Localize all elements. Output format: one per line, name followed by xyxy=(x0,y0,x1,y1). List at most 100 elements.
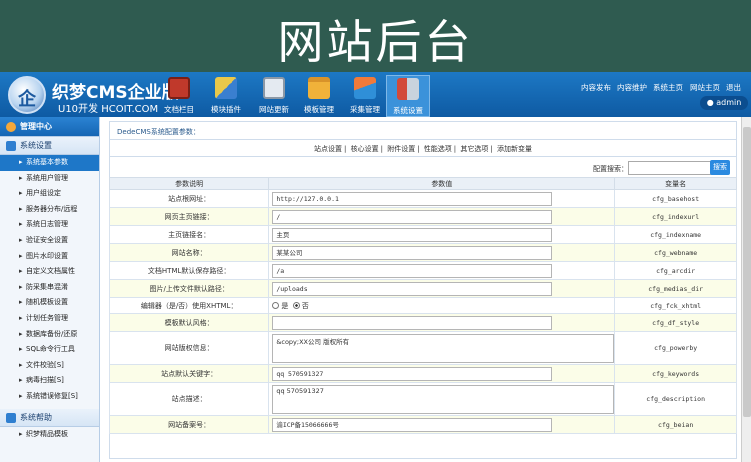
banner-title: 网站后台 xyxy=(277,15,474,69)
sidebar-item-user-groups[interactable]: 用户组设定 xyxy=(0,186,99,202)
param-input[interactable]: 主页 xyxy=(272,227,553,242)
radio-yes[interactable] xyxy=(272,302,280,309)
link-tuichu[interactable]: 退出 xyxy=(726,82,741,93)
sidebar-item-scheduled-tasks[interactable]: 计划任务管理 xyxy=(0,311,99,327)
link-wangzhan-zhuye[interactable]: 网站主页 xyxy=(690,82,720,93)
nav-mokuai-chajian[interactable]: 模块插件 xyxy=(204,75,248,117)
link-xitong-zhuye[interactable]: 系统主页 xyxy=(653,82,683,93)
column-header: 变量名 xyxy=(614,177,737,190)
nav-muban-guanli[interactable]: 模板管理 xyxy=(297,75,341,117)
link-neirong-fabu[interactable]: 内容发布 xyxy=(581,82,611,93)
param-value-cell: qq 570591327 xyxy=(268,382,616,416)
sidebar-item-virus-scan[interactable]: 病毒扫描[S] xyxy=(0,373,99,389)
param-value-cell: qq 570591327 xyxy=(268,364,616,383)
section-label: 系统帮助 xyxy=(20,412,52,422)
table-row: 站点根网址： http://127.0.0.1 cfg_basehost xyxy=(108,189,737,208)
param-input[interactable]: 渝ICP备15066666号 xyxy=(272,417,553,432)
nav-label: 系统设置 xyxy=(393,106,423,115)
table-row: 网站备案号： 渝ICP备15066666号 cfg_beian xyxy=(108,415,737,434)
sidebar-item-file-check[interactable]: 文件校验[S] xyxy=(0,358,99,374)
tab-performance[interactable]: 性能选项 xyxy=(424,145,452,153)
sidebar-item-sql-tool[interactable]: SQL命令行工具 xyxy=(0,342,99,358)
tools-icon xyxy=(397,78,419,100)
param-input[interactable]: / xyxy=(272,209,553,224)
tab-core-settings[interactable]: 核心设置 xyxy=(351,145,379,153)
vertical-scrollbar[interactable] xyxy=(741,117,751,462)
param-label: 图片/上传文件默认路径： xyxy=(108,279,270,298)
nav-caiji-guanli[interactable]: 采集管理 xyxy=(343,75,387,117)
param-label: 站点根网址： xyxy=(108,189,270,208)
param-input[interactable]: /a xyxy=(272,263,553,278)
sidebar-item-logs[interactable]: 系统日志管理 xyxy=(0,217,99,233)
tab-attachment-settings[interactable]: 附件设置 xyxy=(387,145,415,153)
param-textarea[interactable]: &copy;XX公司 版权所有 xyxy=(272,333,615,363)
param-input[interactable]: /uploads xyxy=(272,281,553,296)
param-value-cell: http://127.0.0.1 xyxy=(268,189,616,208)
sidebar-item-security[interactable]: 验证安全设置 xyxy=(0,233,99,249)
help-icon xyxy=(6,412,16,423)
param-var: cfg_arcdir xyxy=(614,261,737,280)
brand-subtitle: U10开发 HCOIT.COM xyxy=(58,104,159,115)
logo-glyph: 企 xyxy=(18,89,36,110)
sidebar-item-watermark[interactable]: 图片水印设置 xyxy=(0,249,99,265)
param-input[interactable] xyxy=(272,315,553,330)
param-label: 网站备案号： xyxy=(108,415,270,434)
triangle-tools-icon xyxy=(354,77,376,99)
sidebar-item-templates[interactable]: 织梦精品模板 xyxy=(0,427,99,443)
sidebar-item-error-repair[interactable]: 系统错误修复[S] xyxy=(0,389,99,405)
sidebar-section-help[interactable]: 系统帮助 xyxy=(0,408,99,427)
book-icon xyxy=(168,77,190,99)
sidebar-item-basic-params[interactable]: 系统基本参数 xyxy=(0,155,99,171)
table-row: 模板默认风格： cfg_df_style xyxy=(108,313,737,332)
sidebar-item-anti-collect[interactable]: 防采集串混淆 xyxy=(0,280,99,296)
sidebar-item-users[interactable]: 系统用户管理 xyxy=(0,171,99,187)
nav-xitong-shezhi[interactable]: 系统设置 xyxy=(386,75,430,117)
ruler-pencil-icon xyxy=(215,77,237,99)
search-input[interactable] xyxy=(628,161,714,175)
config-search-row: 配置搜索： 搜索 xyxy=(109,159,737,177)
param-label: 模板默认风格： xyxy=(108,313,270,332)
table-row: 站点默认关键字： qq 570591327 cfg_keywords xyxy=(108,364,737,383)
param-textarea[interactable]: qq 570591327 xyxy=(272,384,615,414)
param-var: cfg_description xyxy=(614,382,737,416)
sidebar-item-custom-attr[interactable]: 自定义文档属性 xyxy=(0,264,99,280)
user-icon: ● xyxy=(706,98,717,107)
radio-yes-label: 是 xyxy=(281,301,289,310)
radio-no[interactable] xyxy=(292,302,300,309)
nav-wangzhan-gengxin[interactable]: 网站更新 xyxy=(252,75,296,117)
link-neirong-weihu[interactable]: 内容维护 xyxy=(617,82,647,93)
param-label: 编辑器（是/否）使用XHTML： xyxy=(108,297,270,314)
user-badge[interactable]: ● admin xyxy=(700,96,748,110)
tab-add-variable[interactable]: 添加新变量 xyxy=(497,145,532,153)
tab-site-settings[interactable]: 站点设置 xyxy=(314,145,342,153)
param-input[interactable]: qq 570591327 xyxy=(272,366,553,381)
folder-icon xyxy=(308,77,330,99)
nav-label: 网站更新 xyxy=(259,105,289,114)
table-row: 编辑器（是/否）使用XHTML： 是 否 cfg_fck_xhtml xyxy=(108,297,737,314)
param-var: cfg_basehost xyxy=(614,189,737,208)
param-value-cell: 渝ICP备15066666号 xyxy=(268,415,616,434)
nav-wendang-lanmu[interactable]: 文档栏目 xyxy=(157,75,201,117)
param-var: cfg_df_style xyxy=(614,313,737,332)
tab-other-options[interactable]: 其它选项 xyxy=(460,145,488,153)
table-row: 文档HTML默认保存路径： /a cfg_arcdir xyxy=(108,261,737,280)
table-row: 图片/上传文件默认路径： /uploads cfg_medias_dir xyxy=(108,279,737,298)
param-label: 文档HTML默认保存路径： xyxy=(108,261,270,280)
column-header: 参数值 xyxy=(268,177,616,190)
scrollbar-thumb[interactable] xyxy=(743,127,751,417)
search-button[interactable]: 搜索 xyxy=(710,160,730,175)
sidebar-item-random-template[interactable]: 随机模板设置 xyxy=(0,295,99,311)
sidebar-main-title[interactable]: 管理中心 xyxy=(0,117,99,137)
sidebar-section-system[interactable]: 系统设置 xyxy=(0,137,99,155)
param-input[interactable]: http://127.0.0.1 xyxy=(272,191,553,206)
param-var: cfg_webname xyxy=(614,243,737,262)
sidebar-item-db-backup[interactable]: 数据库备份/还原 xyxy=(0,327,99,343)
page-banner: 网站后台 xyxy=(0,0,751,72)
param-label: 网站名称： xyxy=(108,243,270,262)
table-header-row: 参数说明 参数值 变量名 xyxy=(108,177,737,190)
sidebar-item-servers[interactable]: 服务器分布/远程 xyxy=(0,202,99,218)
printer-icon xyxy=(263,77,285,99)
column-header: 参数说明 xyxy=(108,177,270,190)
radio-no-label: 否 xyxy=(301,301,309,310)
param-input[interactable]: 某某公司 xyxy=(272,245,553,260)
